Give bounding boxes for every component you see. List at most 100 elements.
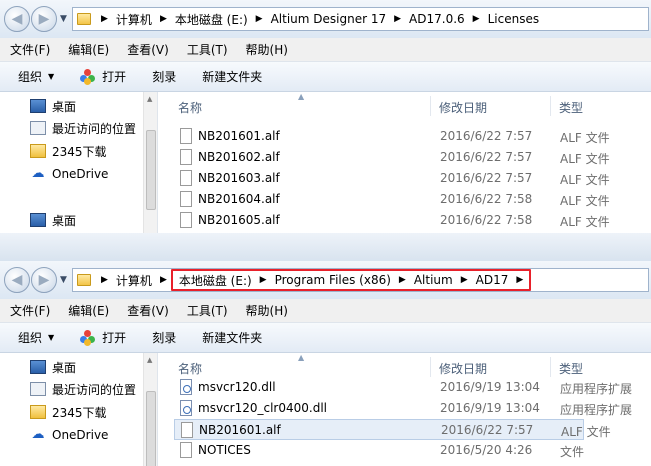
breadcrumb-item[interactable]: AD17.0.6 xyxy=(405,12,469,26)
back-button[interactable]: ◀ xyxy=(4,6,30,32)
file-date: 2016/9/19 13:04 xyxy=(440,401,540,415)
menu-help[interactable]: 帮助(H) xyxy=(246,41,288,58)
column-type[interactable]: 类型 xyxy=(559,360,583,377)
file-type: ALF 文件 xyxy=(560,194,610,208)
menu-file[interactable]: 文件(F) xyxy=(10,41,50,58)
organize-button[interactable]: 组织 ▼ xyxy=(18,329,54,346)
chevron-right-icon[interactable]: ▶ xyxy=(395,275,410,285)
column-divider[interactable] xyxy=(430,96,431,116)
table-row[interactable]: NOTICES 2016/5/20 4:26 文件 xyxy=(174,440,651,461)
address-bar[interactable]: ▶ 计算机 ▶ 本地磁盘 (E:) ▶ Altium Designer 17 ▶… xyxy=(72,7,649,31)
nav-scrollbar[interactable]: ▲ xyxy=(143,353,157,466)
column-name[interactable]: 名称 xyxy=(178,360,202,377)
column-divider[interactable] xyxy=(430,357,431,377)
menu-view[interactable]: 查看(V) xyxy=(127,302,169,319)
nav-item-2345-downloads[interactable]: 2345下载 xyxy=(30,402,107,422)
organize-button[interactable]: 组织 ▼ xyxy=(18,68,54,85)
column-name[interactable]: 名称 xyxy=(178,99,202,116)
nav-item-desktop[interactable]: 桌面 xyxy=(30,210,76,230)
menu-edit[interactable]: 编辑(E) xyxy=(68,302,109,319)
open-button[interactable]: 打开 xyxy=(80,68,126,85)
breadcrumb-item[interactable]: Altium xyxy=(410,273,457,287)
breadcrumb-item[interactable]: AD17 xyxy=(472,273,513,287)
table-row[interactable]: NB201604.alf 2016/6/22 7:58 ALF 文件 xyxy=(174,189,651,210)
folder-icon xyxy=(30,405,46,419)
scroll-up-icon[interactable]: ▲ xyxy=(147,356,152,364)
nav-item-recent[interactable]: 最近访问的位置 xyxy=(30,118,136,138)
menu-view[interactable]: 查看(V) xyxy=(127,41,169,58)
nav-item-onedrive[interactable]: ☁ OneDrive xyxy=(30,425,109,445)
table-row[interactable]: NB201601.alf 2016/6/22 7:57 ALF 文件 xyxy=(174,126,651,147)
nav-item-label: 最近访问的位置 xyxy=(52,382,137,397)
chevron-right-icon[interactable]: ▶ xyxy=(156,275,171,285)
scroll-up-icon[interactable]: ▲ xyxy=(147,95,152,103)
column-date[interactable]: 修改日期 xyxy=(439,360,487,377)
menu-file[interactable]: 文件(F) xyxy=(10,302,50,319)
desktop-icon xyxy=(30,99,46,113)
chevron-right-icon[interactable]: ▶ xyxy=(457,275,472,285)
file-date: 2016/9/19 13:04 xyxy=(440,380,540,394)
chevron-right-icon[interactable]: ▶ xyxy=(256,275,271,285)
nav-item-desktop[interactable]: 桌面 xyxy=(30,96,76,116)
menu-tools[interactable]: 工具(T) xyxy=(187,41,228,58)
back-button[interactable]: ◀ xyxy=(4,267,30,293)
menu-tools[interactable]: 工具(T) xyxy=(187,302,228,319)
nav-item-label: 桌面 xyxy=(52,99,77,114)
caret-down-icon: ▼ xyxy=(48,333,55,342)
forward-button[interactable]: ▶ xyxy=(31,267,57,293)
nav-item-2345-downloads[interactable]: 2345下载 xyxy=(30,141,107,161)
history-dropdown-icon[interactable]: ▼ xyxy=(60,14,70,24)
column-divider[interactable] xyxy=(550,96,551,116)
scrollbar-thumb[interactable] xyxy=(146,130,156,210)
desktop-icon xyxy=(30,360,46,374)
dll-icon xyxy=(180,379,192,395)
menu-help[interactable]: 帮助(H) xyxy=(246,302,288,319)
breadcrumb-item[interactable]: 计算机 xyxy=(112,272,156,289)
table-row[interactable]: NB201602.alf 2016/6/22 7:57 ALF 文件 xyxy=(174,147,651,168)
chevron-right-icon[interactable]: ▶ xyxy=(97,275,112,285)
new-folder-button[interactable]: 新建文件夹 xyxy=(202,68,262,85)
file-type: ALF 文件 xyxy=(560,152,610,166)
new-folder-button[interactable]: 新建文件夹 xyxy=(202,329,262,346)
table-row[interactable]: msvcr120.dll 2016/9/19 13:04 应用程序扩展 xyxy=(174,377,651,398)
table-row[interactable]: msvcr120_clr0400.dll 2016/9/19 13:04 应用程… xyxy=(174,398,651,419)
chevron-right-icon[interactable]: ▶ xyxy=(512,275,527,285)
chevron-right-icon[interactable]: ▶ xyxy=(390,14,405,24)
breadcrumb-item[interactable]: Altium Designer 17 xyxy=(267,12,391,26)
chevron-right-icon[interactable]: ▶ xyxy=(156,14,171,24)
column-type[interactable]: 类型 xyxy=(559,99,583,116)
breadcrumb-item[interactable]: 本地磁盘 (E:) xyxy=(175,272,256,289)
open-button[interactable]: 打开 xyxy=(80,329,126,346)
folder-icon xyxy=(77,13,91,25)
chevron-right-icon[interactable]: ▶ xyxy=(252,14,267,24)
column-date[interactable]: 修改日期 xyxy=(439,99,487,116)
forward-button[interactable]: ▶ xyxy=(31,6,57,32)
breadcrumb-item[interactable]: 计算机 xyxy=(112,11,156,28)
table-row[interactable]: NB201603.alf 2016/6/22 7:57 ALF 文件 xyxy=(174,168,651,189)
breadcrumb-item[interactable]: Program Files (x86) xyxy=(271,273,395,287)
breadcrumb-item[interactable]: Licenses xyxy=(484,12,544,26)
nav-item-recent[interactable]: 最近访问的位置 xyxy=(30,379,136,399)
chevron-right-icon[interactable]: ▶ xyxy=(97,14,112,24)
file-name: msvcr120_clr0400.dll xyxy=(198,401,327,415)
scrollbar-thumb[interactable] xyxy=(146,391,156,466)
table-row-selected[interactable]: NB201601.alf 2016/6/22 7:57 ALF 文件 xyxy=(174,419,611,440)
burn-button[interactable]: 刻录 xyxy=(152,329,176,346)
history-dropdown-icon[interactable]: ▼ xyxy=(60,275,70,285)
chevron-right-icon[interactable]: ▶ xyxy=(469,14,484,24)
recent-places-icon xyxy=(30,121,46,135)
table-row[interactable]: NB201605.alf 2016/6/22 7:58 ALF 文件 xyxy=(174,210,651,231)
file-date: 2016/6/22 7:57 xyxy=(441,423,534,437)
menu-edit[interactable]: 编辑(E) xyxy=(68,41,109,58)
address-bar[interactable]: ▶ 计算机 ▶ 本地磁盘 (E:) ▶ Program Files (x86) … xyxy=(72,268,649,292)
nav-item-desktop[interactable]: 桌面 xyxy=(30,357,76,377)
breadcrumb-item[interactable]: 本地磁盘 (E:) xyxy=(171,11,252,28)
nav-item-onedrive[interactable]: ☁ OneDrive xyxy=(30,164,109,184)
column-divider[interactable] xyxy=(550,357,551,377)
file-name: NB201601.alf xyxy=(199,423,281,437)
burn-button[interactable]: 刻录 xyxy=(152,68,176,85)
file-name: NB201603.alf xyxy=(198,171,280,185)
nav-scrollbar[interactable]: ▲ xyxy=(143,92,157,233)
file-list: ▲ 名称 修改日期 类型 NB201601.alf 2016/6/22 7:57… xyxy=(158,92,651,233)
column-header: ▲ 名称 修改日期 类型 xyxy=(158,92,651,120)
